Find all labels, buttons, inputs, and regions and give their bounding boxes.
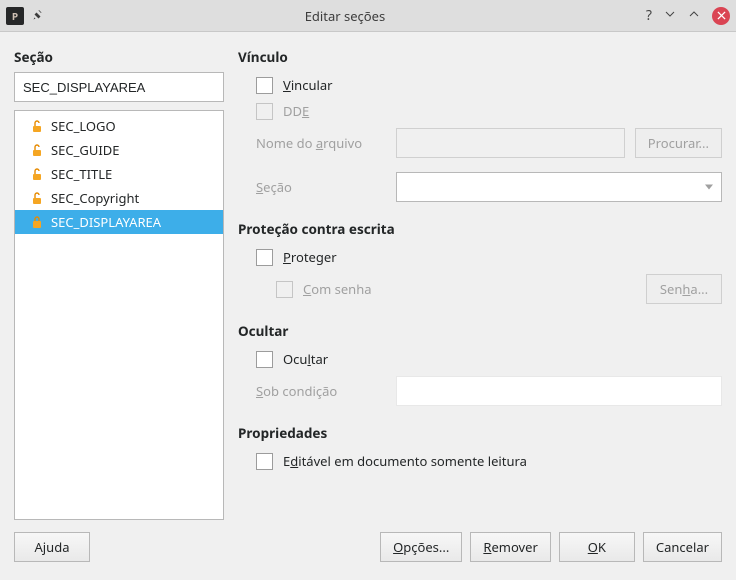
link-heading: Vínculo — [238, 48, 722, 66]
protect-checkbox[interactable] — [256, 249, 273, 266]
section-heading: Seção — [14, 48, 224, 66]
editable-readonly-label: Editável em documento somente leitura — [283, 452, 527, 470]
unlock-icon — [29, 118, 45, 134]
props-heading: Propriedades — [238, 424, 722, 442]
unlock-icon — [29, 166, 45, 182]
condition-label: Sob condição — [256, 382, 386, 400]
with-password-checkbox — [276, 281, 293, 298]
filename-label: Nome do arquivo — [256, 134, 386, 152]
list-item-label: SEC_Copyright — [51, 189, 139, 207]
ok-button[interactable]: OK — [559, 532, 635, 562]
cancel-button[interactable]: Cancelar — [643, 532, 722, 562]
maximize-icon[interactable] — [688, 8, 700, 23]
link-checkbox[interactable] — [256, 77, 273, 94]
dde-label: DDE — [283, 102, 309, 120]
list-item[interactable]: SEC_LOGO — [15, 114, 223, 138]
protect-heading: Proteção contra escrita — [238, 220, 722, 238]
protect-label: Proteger — [283, 248, 337, 266]
remove-button[interactable]: Remover — [470, 532, 551, 562]
options-button[interactable]: Opções... — [380, 532, 462, 562]
titlebar: P Editar seções ? — [0, 0, 736, 32]
window-title: Editar seções — [44, 7, 646, 25]
list-item[interactable]: SEC_Copyright — [15, 186, 223, 210]
close-icon[interactable] — [712, 7, 730, 25]
with-password-label: Com senha — [303, 280, 372, 298]
condition-input — [396, 376, 722, 406]
filename-input — [396, 128, 625, 158]
password-button: Senha... — [646, 274, 722, 304]
dde-checkbox — [256, 103, 273, 120]
editable-readonly-checkbox[interactable] — [256, 453, 273, 470]
link-section-select[interactable] — [396, 172, 722, 202]
list-item[interactable]: SEC_GUIDE — [15, 138, 223, 162]
app-icon: P — [6, 7, 24, 25]
help-button[interactable]: Ajuda — [14, 532, 90, 562]
link-section-label: Seção — [256, 178, 386, 196]
list-item[interactable]: SEC_TITLE — [15, 162, 223, 186]
list-item[interactable]: SEC_DISPLAYAREA — [15, 210, 223, 234]
unlock-icon — [29, 142, 45, 158]
list-item-label: SEC_GUIDE — [51, 141, 119, 159]
help-icon[interactable]: ? — [646, 9, 652, 23]
hide-label: Ocultar — [283, 350, 328, 368]
section-list[interactable]: SEC_LOGO SEC_GUIDE SEC_TITLE SEC_Copyrig… — [14, 110, 224, 520]
hide-checkbox[interactable] — [256, 351, 273, 368]
link-label: Vincular — [283, 76, 333, 94]
minimize-icon[interactable] — [664, 8, 676, 23]
hide-heading: Ocultar — [238, 322, 722, 340]
section-name-input[interactable] — [14, 72, 224, 102]
list-item-label: SEC_TITLE — [51, 165, 112, 183]
unlock-icon — [29, 190, 45, 206]
list-item-label: SEC_LOGO — [51, 117, 116, 135]
lock-icon — [29, 214, 45, 230]
list-item-label: SEC_DISPLAYAREA — [51, 213, 161, 231]
browse-button: Procurar... — [635, 128, 722, 158]
pin-icon[interactable] — [32, 7, 44, 25]
